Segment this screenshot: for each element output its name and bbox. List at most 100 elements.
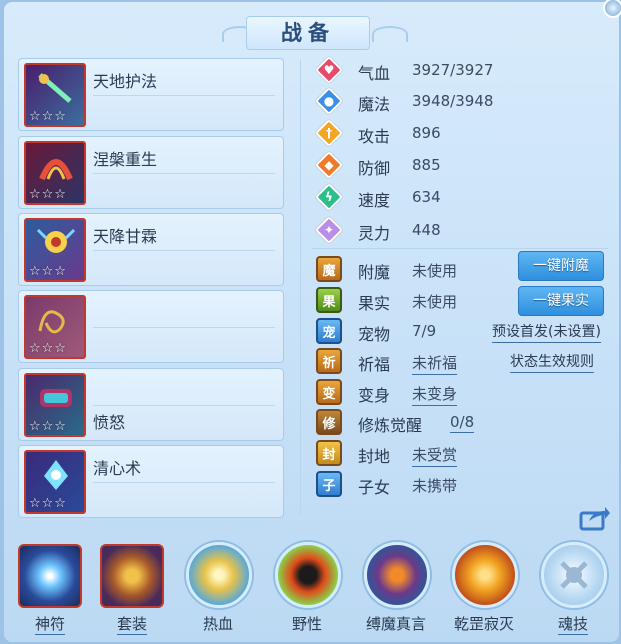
share-icon[interactable]: [579, 505, 611, 531]
skill-icon-coil: ☆☆☆: [24, 295, 86, 359]
stat-hp: ♥ 气血 3927/3927: [314, 55, 516, 85]
tab-soul-skill[interactable]: 魂技: [537, 540, 609, 640]
fruit-icon: 果: [316, 287, 342, 313]
stat-mp: ● 魔法 3948/3948: [314, 86, 516, 116]
stat-label: 气血: [358, 64, 391, 83]
skill-icon-rain: ☆☆☆: [24, 218, 86, 282]
one-click-enchant-button[interactable]: 一键附魔: [518, 251, 604, 281]
shield-icon: ◆: [314, 150, 344, 180]
status-label: 变身: [358, 386, 391, 405]
stat-value: 448: [412, 221, 441, 239]
skill-name: 天地护法: [93, 72, 158, 91]
stat-defense: ◆ 防御 885: [314, 150, 516, 180]
stat-value: 896: [412, 124, 441, 142]
skill-card[interactable]: ☆☆☆ 涅槃重生: [18, 136, 284, 209]
paw-icon: 宠: [316, 318, 342, 344]
star-rating: ☆☆☆: [29, 109, 67, 124]
tab-hot-blood[interactable]: 热血: [182, 540, 254, 640]
tab-label: 缚魔真言: [365, 615, 426, 633]
hot-blood-icon: [186, 542, 252, 608]
tab-wild[interactable]: 野性: [271, 540, 343, 640]
skill-icon-clear-mind: ☆☆☆: [24, 450, 86, 514]
blessing-link[interactable]: 未祈福: [412, 352, 458, 375]
preset-first-link[interactable]: 预设首发(未设置): [492, 321, 601, 343]
divider: [93, 327, 275, 328]
stat-value: 3948/3948: [412, 92, 494, 110]
tab-label: 野性: [291, 615, 322, 633]
stat-label: 速度: [358, 191, 391, 210]
tab-label: 魂技: [557, 615, 588, 635]
status-label: 附魔: [358, 263, 391, 282]
skill-icon-guardian: ☆☆☆: [24, 63, 86, 127]
skill-icon-rage: ☆☆☆: [24, 373, 86, 437]
divider: [93, 482, 275, 483]
section-divider: [312, 248, 608, 249]
tab-label: 神符: [34, 615, 65, 635]
stat-label: 攻击: [358, 127, 391, 146]
status-label: 祈福: [358, 355, 391, 374]
status-transform: 变 变身 未变身: [316, 379, 616, 407]
tab-label: 套装: [116, 615, 147, 635]
talisman-icon: [18, 544, 82, 608]
one-click-fruit-button[interactable]: 一键果实: [518, 286, 604, 316]
tab-talisman[interactable]: 神符: [14, 540, 86, 640]
demon-binding-icon: [364, 542, 430, 608]
corner-gem-icon: [603, 0, 621, 18]
divider: [93, 250, 275, 251]
tab-qiangang[interactable]: 乾罡寂灭: [448, 540, 520, 640]
stat-label: 防御: [358, 159, 391, 178]
status-rules-link[interactable]: 状态生效规则: [510, 351, 594, 373]
heart-icon: ♥: [314, 55, 344, 85]
awakening-icon: 修: [316, 409, 342, 435]
wild-icon: [275, 542, 341, 608]
skill-name: 愤怒: [93, 413, 126, 432]
status-fief: 封 封地 未受赏: [316, 440, 616, 468]
qiangang-icon: [452, 542, 518, 608]
status-value: 未使用: [412, 262, 458, 280]
column-divider: [300, 60, 301, 515]
star-rating: ☆☆☆: [29, 264, 67, 279]
child-paw-icon: 子: [316, 471, 342, 497]
awakening-link[interactable]: 0/8: [450, 413, 475, 433]
stat-value: 885: [412, 156, 441, 174]
skill-name: 天降甘霖: [93, 227, 158, 246]
sparkle-icon: ✦: [314, 215, 344, 245]
tab-equipment-set[interactable]: 套装: [96, 540, 168, 640]
divider: [93, 95, 275, 96]
stat-spirit: ✦ 灵力 448: [314, 215, 516, 245]
fief-link[interactable]: 未受赏: [412, 444, 458, 467]
transform-icon: 变: [316, 379, 342, 405]
status-value: 未携带: [412, 477, 458, 495]
status-value: 7/9: [412, 322, 437, 340]
skill-card[interactable]: ☆☆☆ 天降甘霖: [18, 213, 284, 286]
stat-value: 634: [412, 188, 441, 206]
transform-link[interactable]: 未变身: [412, 383, 458, 406]
drop-icon: ●: [314, 86, 344, 116]
stat-label: 魔法: [358, 95, 391, 114]
divider: [93, 173, 275, 174]
stat-speed: ϟ 速度 634: [314, 182, 516, 212]
fief-icon: 封: [316, 440, 342, 466]
tab-demon-binding[interactable]: 缚魔真言: [360, 540, 432, 640]
stat-value: 3927/3927: [412, 61, 494, 79]
tab-label: 乾罡寂灭: [453, 615, 514, 633]
status-label: 修炼觉醒: [358, 416, 423, 435]
soul-skill-icon: [541, 542, 607, 608]
status-label: 子女: [358, 478, 391, 497]
divider: [93, 405, 275, 406]
cloud-ornament-right: [372, 26, 408, 42]
skill-card[interactable]: ☆☆☆ 天地护法: [18, 58, 284, 131]
skill-card[interactable]: ☆☆☆ 清心术: [18, 445, 284, 518]
star-rating: ☆☆☆: [29, 419, 67, 434]
enchant-icon: 魔: [316, 256, 342, 282]
status-label: 宠物: [358, 325, 391, 344]
page-title: 战备: [246, 16, 370, 50]
skill-card[interactable]: ☆☆☆: [18, 290, 284, 363]
status-value: 未使用: [412, 293, 458, 311]
sword-icon: †: [314, 118, 344, 148]
stat-label: 灵力: [358, 224, 391, 243]
skill-icon-rebirth: ☆☆☆: [24, 141, 86, 205]
lightning-icon: ϟ: [314, 182, 344, 212]
skill-card[interactable]: ☆☆☆ 愤怒: [18, 368, 284, 441]
status-label: 封地: [358, 447, 391, 466]
